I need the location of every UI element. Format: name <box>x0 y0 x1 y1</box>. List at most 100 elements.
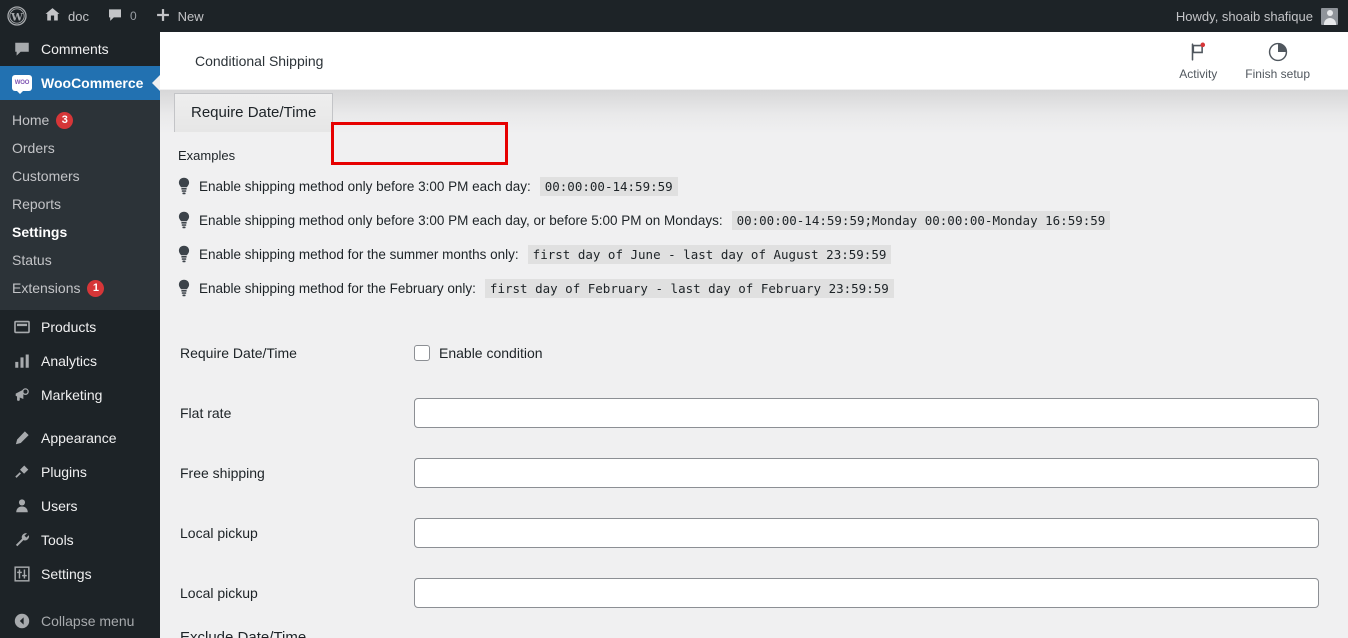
require-date-time-row: Require Date/Time Enable condition <box>178 323 1328 383</box>
list-item: Enable shipping method only before 3:00 … <box>178 203 1328 237</box>
new-content-menu[interactable]: New <box>146 0 213 32</box>
sidebar-subitem-extensions[interactable]: Extensions 1 <box>0 274 160 302</box>
main-content: Conditional Shipping Activity Finish set… <box>160 32 1348 638</box>
free-shipping-row: Free shipping <box>178 443 1328 503</box>
example-code: 00:00:00-14:59:59;Monday 00:00:00-Monday… <box>731 210 1111 230</box>
example-code: first day of February - last day of Febr… <box>484 278 894 298</box>
plus-icon <box>155 7 171 26</box>
submenu-label: Reports <box>12 196 62 212</box>
enable-condition-checkbox-wrap[interactable]: Enable condition <box>414 345 543 361</box>
sidebar-item-marketing[interactable]: Marketing <box>0 378 160 412</box>
sidebar-subitem-home[interactable]: Home 3 <box>0 106 160 134</box>
local-pickup-row-1: Local pickup <box>178 503 1328 563</box>
megaphone-icon <box>12 385 32 405</box>
tab-require-date-time[interactable]: Require Date/Time <box>174 93 334 132</box>
local-pickup-input-2[interactable] <box>414 578 1319 608</box>
sidebar-subitem-customers[interactable]: Customers <box>0 162 160 190</box>
example-text: Enable shipping method for the summer mo… <box>199 246 519 262</box>
sidebar-item-appearance[interactable]: Appearance <box>0 421 160 455</box>
sidebar-item-products[interactable]: Products <box>0 310 160 344</box>
settings-body: Examples Enable shipping method only bef… <box>160 134 1348 638</box>
local-pickup-input-1[interactable] <box>414 518 1319 548</box>
sidebar-subitem-settings[interactable]: Settings <box>0 218 160 246</box>
sidebar-item-label: Tools <box>41 532 74 548</box>
progress-circle-icon <box>1267 41 1289 63</box>
sidebar-item-tools[interactable]: Tools <box>0 523 160 557</box>
settings-tab-strip: Require Date/Time <box>160 90 1348 134</box>
comment-bubble-icon <box>12 39 32 59</box>
lightbulb-icon <box>178 279 190 297</box>
lightbulb-icon <box>178 177 190 195</box>
field-control <box>414 578 1328 608</box>
sidebar-subitem-status[interactable]: Status <box>0 246 160 274</box>
list-item: Enable shipping method only before 3:00 … <box>178 169 1328 203</box>
example-code: first day of June - last day of August 2… <box>527 244 892 264</box>
submenu-label: Customers <box>12 168 80 184</box>
header-actions: Activity Finish setup <box>1179 41 1328 81</box>
woocommerce-submenu: Home 3 Orders Customers Reports Settings… <box>0 100 160 310</box>
user-icon <box>12 496 32 516</box>
sidebar-divider <box>0 412 160 421</box>
submenu-arrow-icon <box>152 75 160 91</box>
settings-form: Require Date/Time Enable condition Flat … <box>178 323 1328 638</box>
sidebar-item-comments[interactable]: Comments <box>0 32 160 66</box>
lightbulb-icon <box>178 245 190 263</box>
sidebar-subitem-reports[interactable]: Reports <box>0 190 160 218</box>
field-label: Require Date/Time <box>180 345 297 361</box>
sidebar-item-settings[interactable]: Settings <box>0 557 160 591</box>
field-label: Local pickup <box>180 525 258 541</box>
sidebar-item-users[interactable]: Users <box>0 489 160 523</box>
extensions-badge-count: 1 <box>87 279 105 297</box>
sliders-icon <box>12 564 32 584</box>
example-text: Enable shipping method only before 3:00 … <box>199 178 531 194</box>
sidebar-item-label: Products <box>41 319 97 335</box>
field-control <box>414 398 1328 428</box>
sidebar-item-analytics[interactable]: Analytics <box>0 344 160 378</box>
field-label: Flat rate <box>180 405 232 421</box>
field-label: Local pickup <box>180 585 258 601</box>
list-item: Enable shipping method for the February … <box>178 271 1328 305</box>
greeting-text: Howdy, shoaib shafique <box>1175 8 1313 24</box>
finish-setup-button[interactable]: Finish setup <box>1245 41 1310 81</box>
free-shipping-input[interactable] <box>414 458 1319 488</box>
admin-page: W doc 0 New Howdy, shoaib shafique Comme… <box>0 0 1348 638</box>
collapse-arrow-icon <box>12 611 32 631</box>
wordpress-logo-icon[interactable]: W <box>0 0 35 32</box>
activity-button[interactable]: Activity <box>1179 41 1217 81</box>
sidebar-item-label: Users <box>41 498 78 514</box>
sidebar-item-label: Appearance <box>41 430 117 446</box>
site-name-menu[interactable]: doc <box>35 0 98 32</box>
field-control <box>414 518 1328 548</box>
woocommerce-icon: WOO <box>12 75 32 94</box>
collapse-menu-label: Collapse menu <box>41 613 135 629</box>
home-icon <box>44 6 61 26</box>
sidebar-subitem-orders[interactable]: Orders <box>0 134 160 162</box>
sidebar-item-label: Plugins <box>41 464 87 480</box>
sidebar-item-plugins[interactable]: Plugins <box>0 455 160 489</box>
field-control: Enable condition <box>414 345 1328 361</box>
enable-condition-label: Enable condition <box>439 345 543 361</box>
examples-heading: Examples <box>178 148 236 163</box>
collapse-menu-button[interactable]: Collapse menu <box>0 604 160 638</box>
account-menu[interactable]: Howdy, shoaib shafique <box>1175 7 1348 25</box>
examples-list: Enable shipping method only before 3:00 … <box>178 169 1328 305</box>
plug-icon <box>12 462 32 482</box>
woocommerce-page-header: Conditional Shipping Activity Finish set… <box>160 32 1348 90</box>
wrench-icon <box>12 530 32 550</box>
example-text: Enable shipping method for the February … <box>199 280 476 296</box>
flat-rate-input[interactable] <box>414 398 1319 428</box>
sidebar-item-label: WooCommerce <box>41 75 144 91</box>
submenu-label: Status <box>12 252 52 268</box>
enable-condition-checkbox[interactable] <box>414 345 430 361</box>
submenu-label: Settings <box>12 224 68 240</box>
site-name-label: doc <box>68 8 89 24</box>
comments-menu[interactable]: 0 <box>98 0 146 32</box>
sidebar-item-woocommerce[interactable]: WOO WooCommerce <box>0 66 160 100</box>
sidebar-item-label: Analytics <box>41 353 98 369</box>
activity-flag-icon <box>1187 41 1209 63</box>
finish-setup-label: Finish setup <box>1245 66 1310 81</box>
svg-text:W: W <box>10 11 23 23</box>
flat-rate-row: Flat rate <box>178 383 1328 443</box>
submenu-label: Home <box>12 112 50 128</box>
admin-sidebar: Comments WOO WooCommerce Home 3 Orders C… <box>0 32 160 638</box>
